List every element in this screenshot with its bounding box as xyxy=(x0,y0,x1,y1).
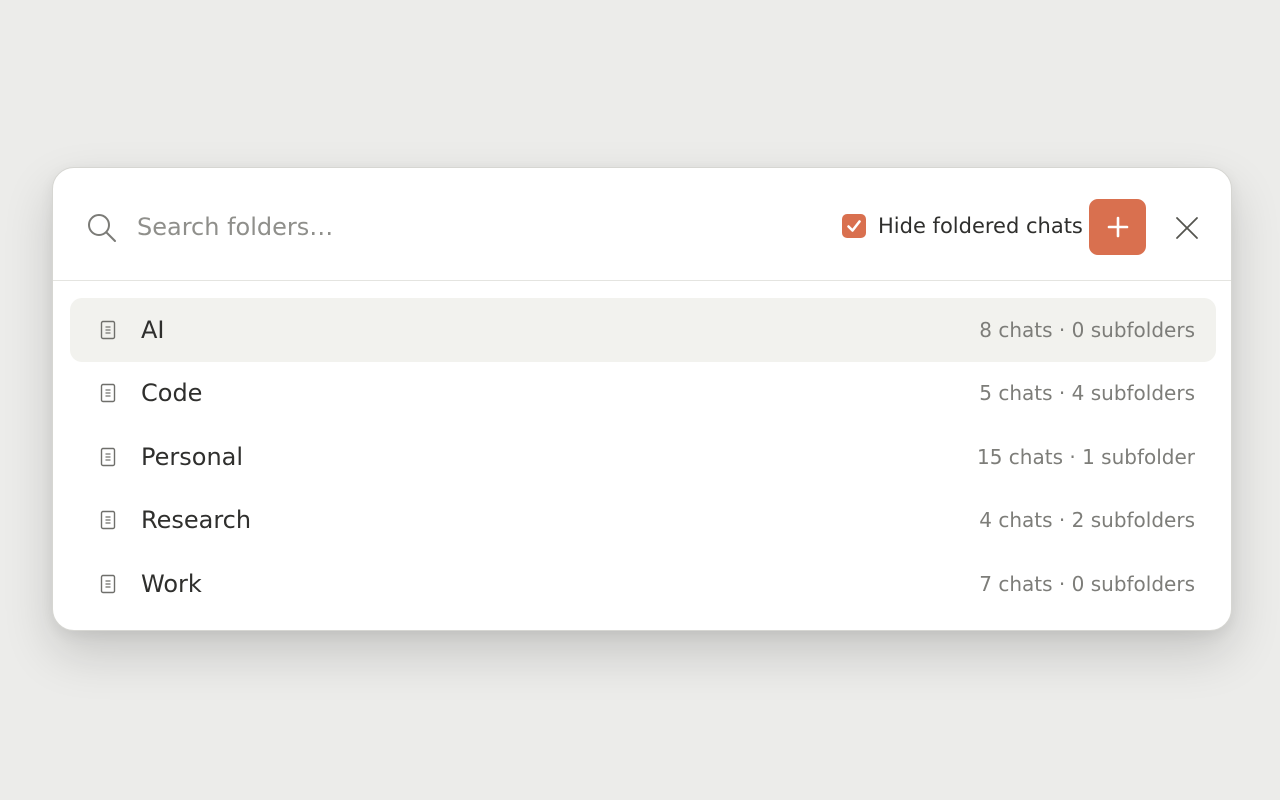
plus-icon xyxy=(1107,216,1128,238)
folder-row-ai[interactable]: AI 8 chats · 0 subfolders xyxy=(70,298,1216,362)
checkmark-icon xyxy=(847,220,861,232)
folder-name: Code xyxy=(141,379,203,408)
folder-name: Work xyxy=(141,569,202,598)
hide-foldered-label: Hide foldered chats xyxy=(878,214,1083,238)
document-icon xyxy=(100,574,116,594)
document-icon xyxy=(100,510,116,530)
folder-meta: 8 chats · 0 subfolders xyxy=(979,317,1195,342)
hide-foldered-toggle[interactable]: Hide foldered chats xyxy=(842,214,1083,238)
document-icon xyxy=(100,447,116,467)
folder-row-research[interactable]: Research 4 chats · 2 subfolders xyxy=(70,489,1216,553)
search-input[interactable] xyxy=(137,206,737,248)
document-icon xyxy=(100,320,116,340)
folder-row-work[interactable]: Work 7 chats · 0 subfolders xyxy=(70,552,1216,616)
folder-meta: 7 chats · 0 subfolders xyxy=(979,571,1195,596)
folder-name: AI xyxy=(141,315,165,344)
add-folder-button[interactable] xyxy=(1089,199,1146,255)
close-icon xyxy=(1176,217,1198,239)
folder-row-code[interactable]: Code 5 chats · 4 subfolders xyxy=(70,362,1216,426)
folder-name: Personal xyxy=(141,442,244,471)
hide-foldered-checkbox[interactable] xyxy=(842,214,866,238)
folder-row-personal[interactable]: Personal 15 chats · 1 subfolder xyxy=(70,425,1216,489)
folder-meta: 15 chats · 1 subfolder xyxy=(977,444,1195,469)
document-icon xyxy=(100,383,116,403)
folder-meta: 5 chats · 4 subfolders xyxy=(979,381,1195,406)
folder-list: AI 8 chats · 0 subfolders Code 5 chats ·… xyxy=(70,298,1216,616)
close-button[interactable] xyxy=(1171,212,1203,244)
search-icon xyxy=(86,212,118,244)
folder-name: Research xyxy=(141,506,252,535)
dialog-header: Hide foldered chats xyxy=(53,168,1231,281)
folder-meta: 4 chats · 2 subfolders xyxy=(979,508,1195,533)
folder-picker-dialog: Hide foldered chats AI 8 chats · 0 subfo… xyxy=(52,167,1232,631)
